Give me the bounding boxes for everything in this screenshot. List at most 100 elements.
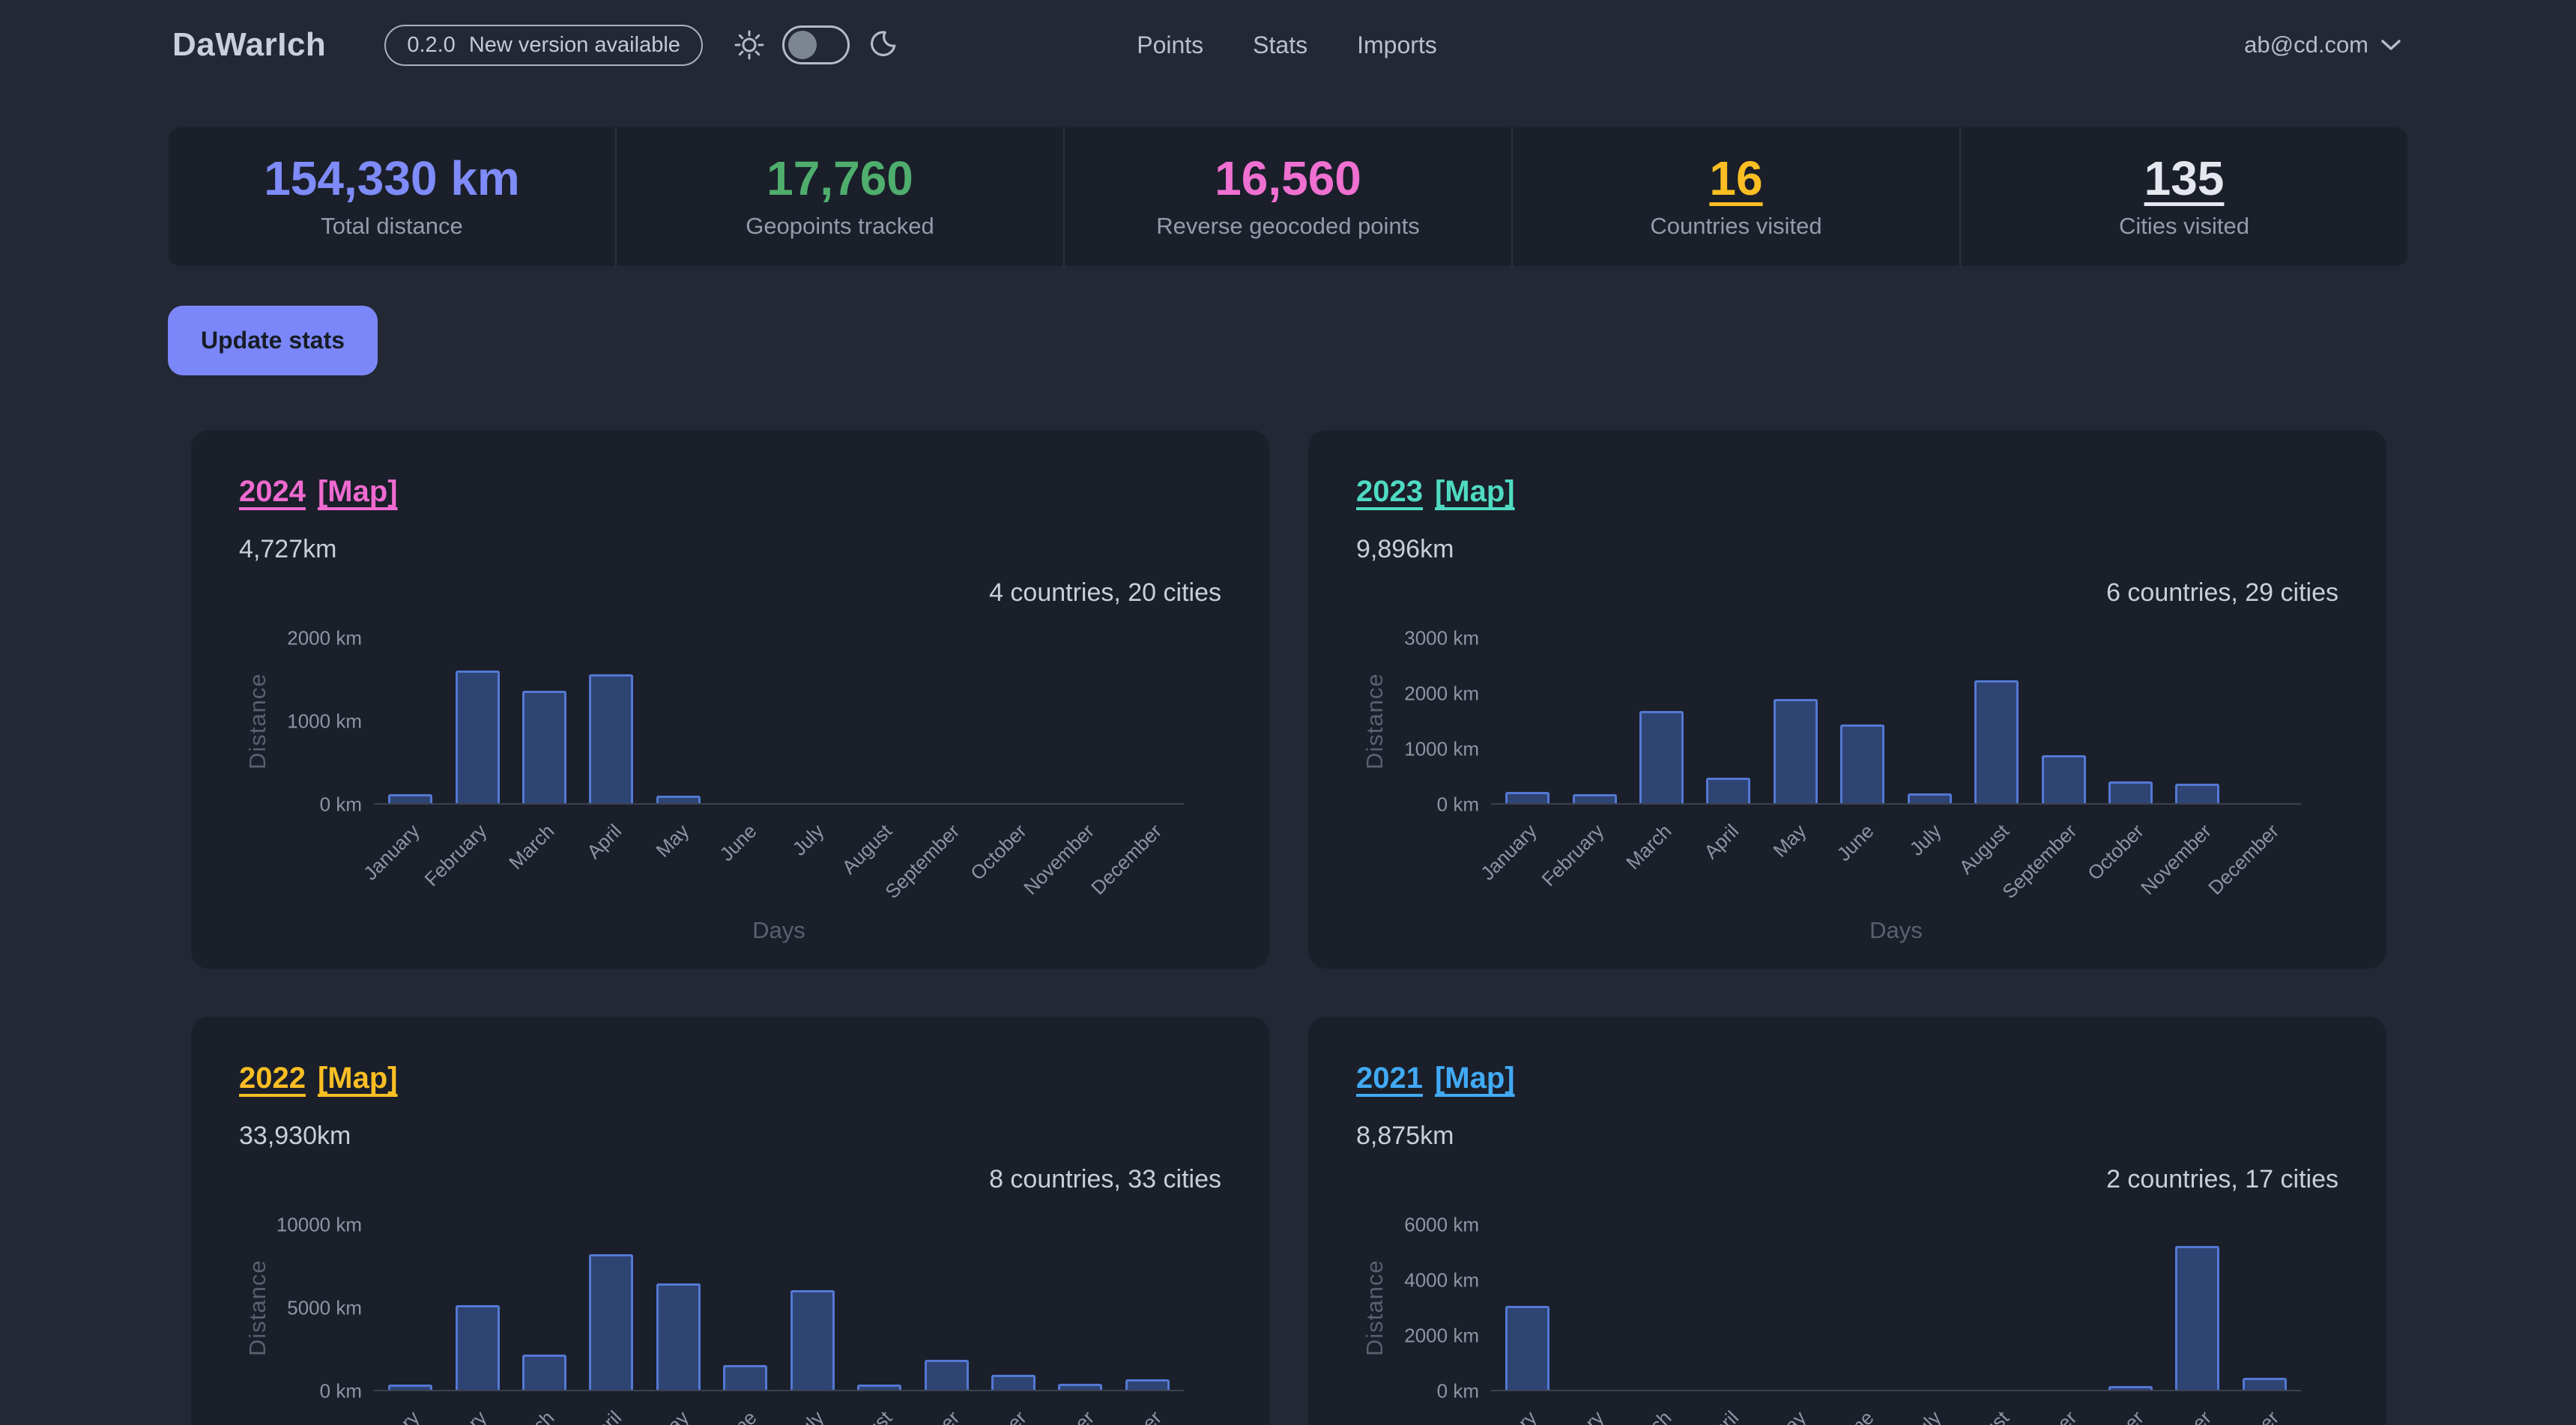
y-axis-title: Distance (1356, 638, 1394, 805)
bar-april[interactable] (589, 1254, 633, 1391)
bar-march[interactable] (522, 1355, 566, 1390)
stat-label: Countries visited (1650, 213, 1821, 240)
year-link[interactable]: 2022 (239, 1059, 306, 1098)
plot-area[interactable] (1491, 638, 2301, 805)
y-tick-label: 4000 km (1404, 1269, 1479, 1292)
year-link[interactable]: 2023 (1356, 472, 1423, 511)
y-axis-title: Distance (239, 1225, 276, 1391)
bar-april[interactable] (1706, 778, 1750, 803)
bar-october[interactable] (2108, 781, 2153, 803)
version-badge[interactable]: 0.2.0 New version available (384, 25, 703, 66)
bar-december[interactable] (2243, 1378, 2287, 1390)
map-link[interactable]: [Map] (318, 1059, 398, 1098)
y-axis-title: Distance (239, 638, 276, 805)
bar-april[interactable] (589, 674, 633, 803)
year-link[interactable]: 2021 (1356, 1059, 1423, 1098)
navbar-left: DaWarIch 0.2.0 New version available (172, 25, 1137, 66)
bar-slot (645, 1225, 712, 1390)
bar-march[interactable] (1639, 711, 1684, 803)
nav-link-imports[interactable]: Imports (1357, 31, 1437, 59)
x-tick-label: December (2204, 820, 2284, 900)
bar-december[interactable] (1125, 1379, 1170, 1390)
plot-region: 2000 km1000 km0 km JanuaryFebruaryMarchA… (374, 638, 1184, 805)
x-tick-label: October (966, 820, 1031, 885)
bar-january[interactable] (1505, 792, 1549, 803)
bar-january[interactable] (1505, 1306, 1549, 1390)
bar-slot (2164, 638, 2231, 803)
bar-slot (1561, 1225, 1627, 1390)
map-link[interactable]: [Map] (1435, 1059, 1515, 1098)
bar-march[interactable] (522, 691, 566, 803)
nav-link-stats[interactable]: Stats (1253, 31, 1307, 59)
bar-november[interactable] (2175, 1246, 2219, 1390)
plot-area[interactable] (374, 638, 1184, 805)
theme-toggle[interactable] (782, 25, 850, 64)
stat-value[interactable]: 16 (1709, 154, 1762, 202)
bar-chart: Distance 3000 km2000 km1000 km0 km Janua… (1356, 638, 2338, 805)
year-card-2021: 2021 [Map] 8,875km 2 countries, 17 citie… (1308, 1017, 2386, 1425)
x-labels: JanuaryFebruaryMarchAprilMayJuneJulyAugu… (1491, 814, 2301, 910)
year-link[interactable]: 2024 (239, 472, 306, 511)
bar-january[interactable] (388, 794, 432, 803)
x-tick-label: January (1476, 820, 1541, 885)
year-summary: 4 countries, 20 cities (239, 577, 1221, 608)
bar-february[interactable] (456, 1305, 500, 1390)
bar-february[interactable] (1573, 794, 1617, 803)
bar-may[interactable] (656, 796, 701, 803)
bar-slot (1114, 638, 1181, 803)
stat-countries-visited: 16 Countries visited (1511, 127, 1959, 266)
y-tick-label: 2000 km (287, 627, 362, 650)
stat-label: Reverse geocoded points (1156, 213, 1420, 240)
bar-slot (511, 638, 578, 803)
bar-november[interactable] (2175, 784, 2219, 803)
year-distance: 4,727km (239, 533, 1221, 565)
stat-cities-visited: 135Cities visited (1959, 127, 2407, 266)
bar-june[interactable] (723, 1365, 767, 1390)
bar-slot (444, 1225, 510, 1390)
x-axis-title: Days (1491, 917, 2301, 944)
x-tick-label: July (1905, 1406, 1947, 1425)
x-tick-label: June (716, 1406, 762, 1425)
bar-may[interactable] (1774, 699, 1818, 803)
bar-slot (1963, 638, 2030, 803)
bar-august[interactable] (1974, 680, 2019, 803)
map-link[interactable]: [Map] (318, 472, 398, 511)
bar-slot (980, 638, 1047, 803)
year-card-2023: 2023 [Map] 9,896km 6 countries, 29 citie… (1308, 430, 2386, 969)
bar-slot (1762, 638, 1829, 803)
bar-slot (2030, 1225, 2096, 1390)
bar-february[interactable] (456, 671, 500, 803)
x-tick-label: June (716, 820, 762, 866)
plot-area[interactable] (1491, 1225, 2301, 1391)
bar-slot (1829, 1225, 1896, 1390)
chevron-down-icon[interactable] (2380, 38, 2401, 52)
card-title: 2021 [Map] (1356, 1059, 2338, 1098)
app-logo[interactable]: DaWarIch (172, 26, 326, 64)
plot-region: 3000 km2000 km1000 km0 km JanuaryFebruar… (1491, 638, 2301, 805)
bar-september[interactable] (2042, 755, 2086, 803)
y-tick-label: 0 km (1437, 1380, 1479, 1403)
stat-value[interactable]: 135 (2144, 154, 2225, 202)
x-tick-label: August (1954, 1406, 2013, 1425)
bar-january[interactable] (388, 1385, 432, 1390)
bar-september[interactable] (925, 1360, 969, 1390)
bar-july[interactable] (790, 1290, 835, 1390)
bar-july[interactable] (1908, 793, 1952, 803)
bar-october[interactable] (991, 1375, 1035, 1390)
x-tick-label: February (1538, 1406, 1609, 1425)
update-stats-button[interactable]: Update stats (168, 306, 378, 375)
user-menu[interactable]: ab@cd.com (2244, 31, 2368, 58)
bar-august[interactable] (857, 1385, 901, 1390)
x-tick-label: July (1905, 820, 1947, 861)
plot-area[interactable] (374, 1225, 1184, 1391)
nav-link-points[interactable]: Points (1137, 31, 1203, 59)
bar-november[interactable] (1058, 1384, 1102, 1390)
bar-slot (913, 638, 979, 803)
bar-slot (712, 1225, 778, 1390)
bar-may[interactable] (656, 1283, 701, 1390)
x-tick-label: July (788, 820, 829, 861)
map-link[interactable]: [Map] (1435, 472, 1515, 511)
bar-june[interactable] (1840, 724, 1884, 803)
navbar: DaWarIch 0.2.0 New version available (0, 0, 2576, 90)
bar-october[interactable] (2108, 1386, 2153, 1390)
